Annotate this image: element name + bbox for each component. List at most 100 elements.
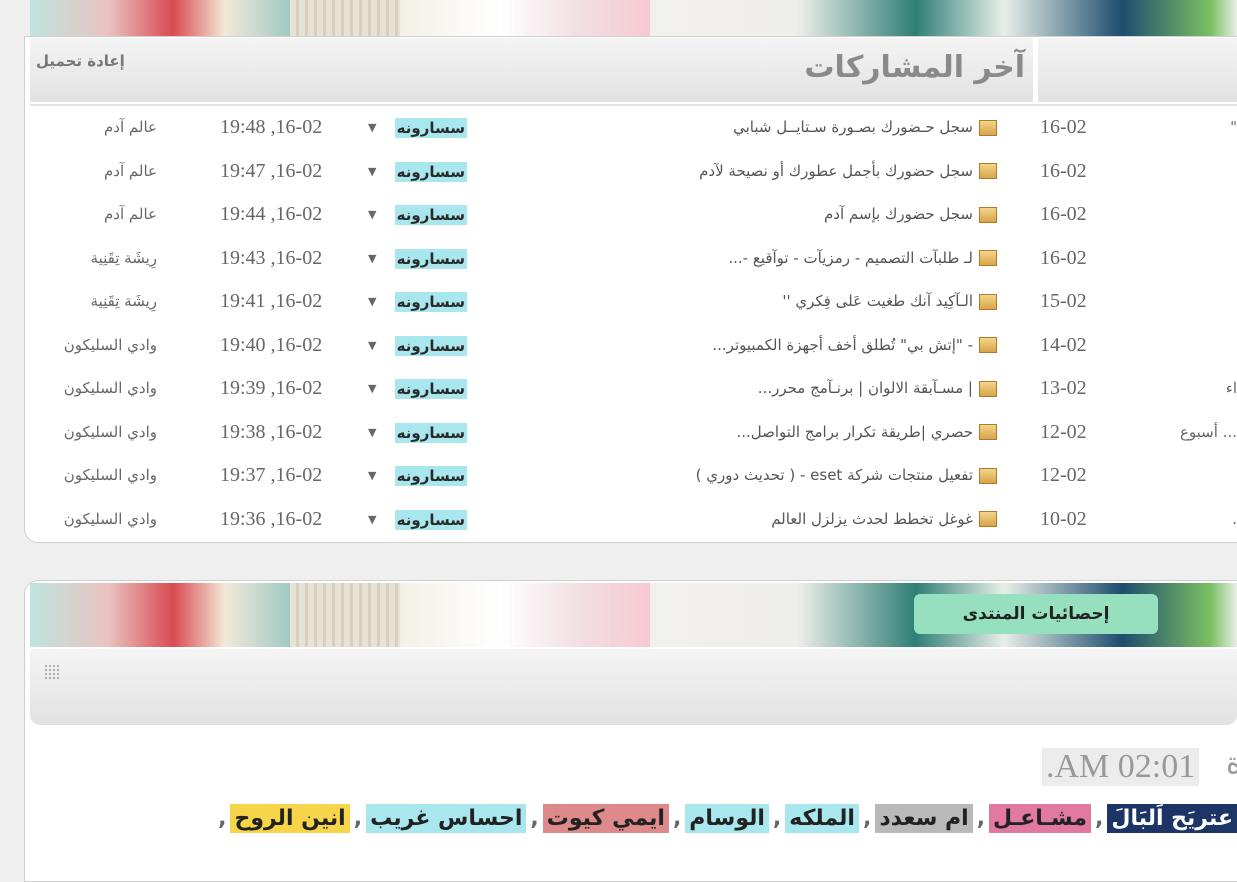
post-author[interactable]: سسارونه xyxy=(394,509,467,530)
user-separator: , xyxy=(672,806,682,831)
post-author-cell: سسارونه xyxy=(394,106,467,149)
topic-link[interactable]: | مسـآبقة الالوان | برنـآمج محرر... xyxy=(758,367,997,410)
user-separator: , xyxy=(353,806,363,831)
post-author[interactable]: سسارونه xyxy=(394,161,467,182)
triangle-down-icon[interactable]: ▼ xyxy=(368,367,376,410)
online-user[interactable]: ام سعدد xyxy=(875,804,973,833)
post-row: 16-02 لـ طلبآت التصميم - رمزيآت - توآقيع … xyxy=(24,237,1237,280)
recent-posts-title: آخر المشاركات xyxy=(804,50,1025,85)
forum-link[interactable]: عالم آدم xyxy=(104,193,157,236)
user-separator: , xyxy=(772,806,782,831)
triangle-down-icon[interactable]: ▼ xyxy=(368,106,376,149)
post-date: 16-02 xyxy=(1040,246,1087,269)
triangle-down-icon[interactable]: ▼ xyxy=(368,411,376,454)
post-time: 19:40 ,16-02 xyxy=(220,333,323,356)
post-row: 15-02 الـآكِيد آنك طغيت عَلى فِكري '' سسار… xyxy=(24,280,1237,323)
left-edge-fragment: اء xyxy=(1225,379,1237,397)
folder-icon xyxy=(979,250,997,266)
online-user[interactable]: الوسام xyxy=(685,804,769,833)
topic-link[interactable]: - "إتش بي" تُطلق أخف أجهزة الكمبيوتر... xyxy=(712,324,997,367)
online-user[interactable]: ايمي كيوت xyxy=(542,804,669,833)
topic-title[interactable]: سجل حضورك بإسم آدم xyxy=(824,205,973,223)
topic-link[interactable]: غوغل تخطط لحدث يزلزل العالم xyxy=(771,498,997,541)
post-author[interactable]: سسارونه xyxy=(394,118,467,138)
post-time: 19:36 ,16-02 xyxy=(220,507,323,530)
folder-icon xyxy=(979,119,997,136)
forum-link[interactable]: وادي السليكون xyxy=(64,324,157,367)
online-user[interactable]: احساس غريب xyxy=(366,804,527,833)
forum-link[interactable]: وادي السليكون xyxy=(64,411,157,454)
post-author[interactable]: سسارونه xyxy=(394,466,467,486)
forum-link[interactable]: رِيشَة تِقَنِية xyxy=(91,280,157,323)
forum-link[interactable]: رِيشَة تِقَنِية xyxy=(91,237,157,280)
topic-title[interactable]: الـآكِيد آنك طغيت عَلى فِكري '' xyxy=(782,292,973,310)
online-user[interactable]: عتريَح اَلبَالَ xyxy=(1107,804,1237,833)
stats-toolbar xyxy=(30,648,1237,725)
topic-link[interactable]: حصري |طريقة تكرار برامج التواصل... xyxy=(736,411,997,454)
current-time: .AM 02:01 xyxy=(1042,748,1200,786)
triangle-down-icon[interactable]: ▼ xyxy=(368,498,376,541)
post-author-cell: سسارونه xyxy=(394,411,467,454)
forum-link[interactable]: عالم آدم xyxy=(104,106,157,149)
folder-icon xyxy=(979,380,997,397)
topic-title[interactable]: سجل حضورك بأجمل عطورك أو نصيحة لآدم xyxy=(699,162,973,180)
online-user[interactable]: انين الروح xyxy=(230,804,350,833)
reload-button[interactable]: إعادة تحميل xyxy=(36,52,125,70)
post-author[interactable]: سسارونه xyxy=(394,379,467,399)
user-separator: , xyxy=(218,806,227,831)
topic-link[interactable]: لـ طلبآت التصميم - رمزيآت - توآقيع -... xyxy=(728,237,997,280)
user-separator: , xyxy=(862,806,872,831)
triangle-down-icon[interactable]: ▼ xyxy=(368,280,376,323)
forum-link[interactable]: وادي السليكون xyxy=(64,367,157,410)
forum-link[interactable]: عالم آدم xyxy=(104,150,157,193)
topic-link[interactable]: سجل حـضورك بصـورة سـتايــل شبابي xyxy=(733,106,997,149)
user-separator: , xyxy=(1095,806,1104,831)
topic-title[interactable]: - "إتش بي" تُطلق أخف أجهزة الكمبيوتر... xyxy=(712,336,973,354)
topic-title[interactable]: حصري |طريقة تكرار برامج التواصل... xyxy=(736,423,973,441)
post-author-cell: سسارونه xyxy=(394,367,467,410)
topic-title[interactable]: تفعيل منتجات شركة eset - ( تحديث دوري ) xyxy=(696,466,973,484)
online-user[interactable]: مشـاعـل xyxy=(989,804,1092,833)
post-row: 14-02 - "إتش بي" تُطلق أخف أجهزة الكمبيوت… xyxy=(24,324,1237,367)
post-date: 12-02 xyxy=(1040,420,1087,443)
topic-link[interactable]: تفعيل منتجات شركة eset - ( تحديث دوري ) xyxy=(696,454,997,497)
grid-dots-icon[interactable] xyxy=(44,664,60,680)
topic-title[interactable]: غوغل تخطط لحدث يزلزل العالم xyxy=(771,510,973,528)
topic-link[interactable]: سجل حضورك بإسم آدم xyxy=(824,193,997,236)
post-time: 19:37 ,16-02 xyxy=(220,464,323,486)
post-row: 12-02 تفعيل منتجات شركة eset - ( تحديث دو… xyxy=(24,454,1237,497)
topic-title[interactable]: سجل حـضورك بصـورة سـتايــل شبابي xyxy=(733,118,973,136)
post-author[interactable]: سسارونه xyxy=(394,422,467,443)
post-author[interactable]: سسارونه xyxy=(394,335,467,356)
topic-link[interactable]: سجل حضورك بأجمل عطورك أو نصيحة لآدم xyxy=(699,150,997,193)
user-separator: , xyxy=(530,806,539,831)
online-users-list: عتريَح اَلبَالَ,مشـاعـل,ام سعدد,الملكه,ا… xyxy=(214,804,1237,833)
online-user[interactable]: الملكه xyxy=(785,804,859,833)
topic-link[interactable]: الـآكِيد آنك طغيت عَلى فِكري '' xyxy=(782,280,997,323)
triangle-down-icon[interactable]: ▼ xyxy=(368,237,376,280)
post-author-cell: سسارونه xyxy=(394,237,467,280)
side-header xyxy=(1038,37,1237,102)
triangle-down-icon[interactable]: ▼ xyxy=(368,454,376,497)
triangle-down-icon[interactable]: ▼ xyxy=(368,193,376,236)
folder-icon xyxy=(979,511,997,527)
forum-link[interactable]: وادي السليكون xyxy=(64,454,157,497)
folder-icon xyxy=(979,163,997,179)
triangle-down-icon[interactable]: ▼ xyxy=(368,150,376,193)
topic-title[interactable]: لـ طلبآت التصميم - رمزيآت - توآقيع -... xyxy=(728,249,973,267)
folder-icon xyxy=(979,467,997,484)
post-author-cell: سسارونه xyxy=(394,324,467,367)
post-author-cell: سسارونه xyxy=(394,150,467,193)
triangle-down-icon[interactable]: ▼ xyxy=(368,324,376,367)
post-date: 12-02 xyxy=(1040,464,1087,486)
folder-icon xyxy=(979,337,997,353)
post-time: 19:38 ,16-02 xyxy=(220,420,323,443)
post-row: 16-02 سجل حضورك بإسم آدم سسارونه ▼ 19:44 ,16… xyxy=(24,193,1237,236)
post-row: " 16-02 سجل حـضورك بصـورة سـتايــل شبابي سس… xyxy=(24,106,1237,149)
post-time: 19:43 ,16-02 xyxy=(220,246,323,269)
post-author[interactable]: سسارونه xyxy=(394,205,467,225)
post-author[interactable]: سسارونه xyxy=(394,248,467,269)
forum-link[interactable]: وادي السليكون xyxy=(64,498,157,541)
topic-title[interactable]: | مسـآبقة الالوان | برنـآمج محرر... xyxy=(758,379,973,397)
post-author[interactable]: سسارونه xyxy=(394,292,467,312)
